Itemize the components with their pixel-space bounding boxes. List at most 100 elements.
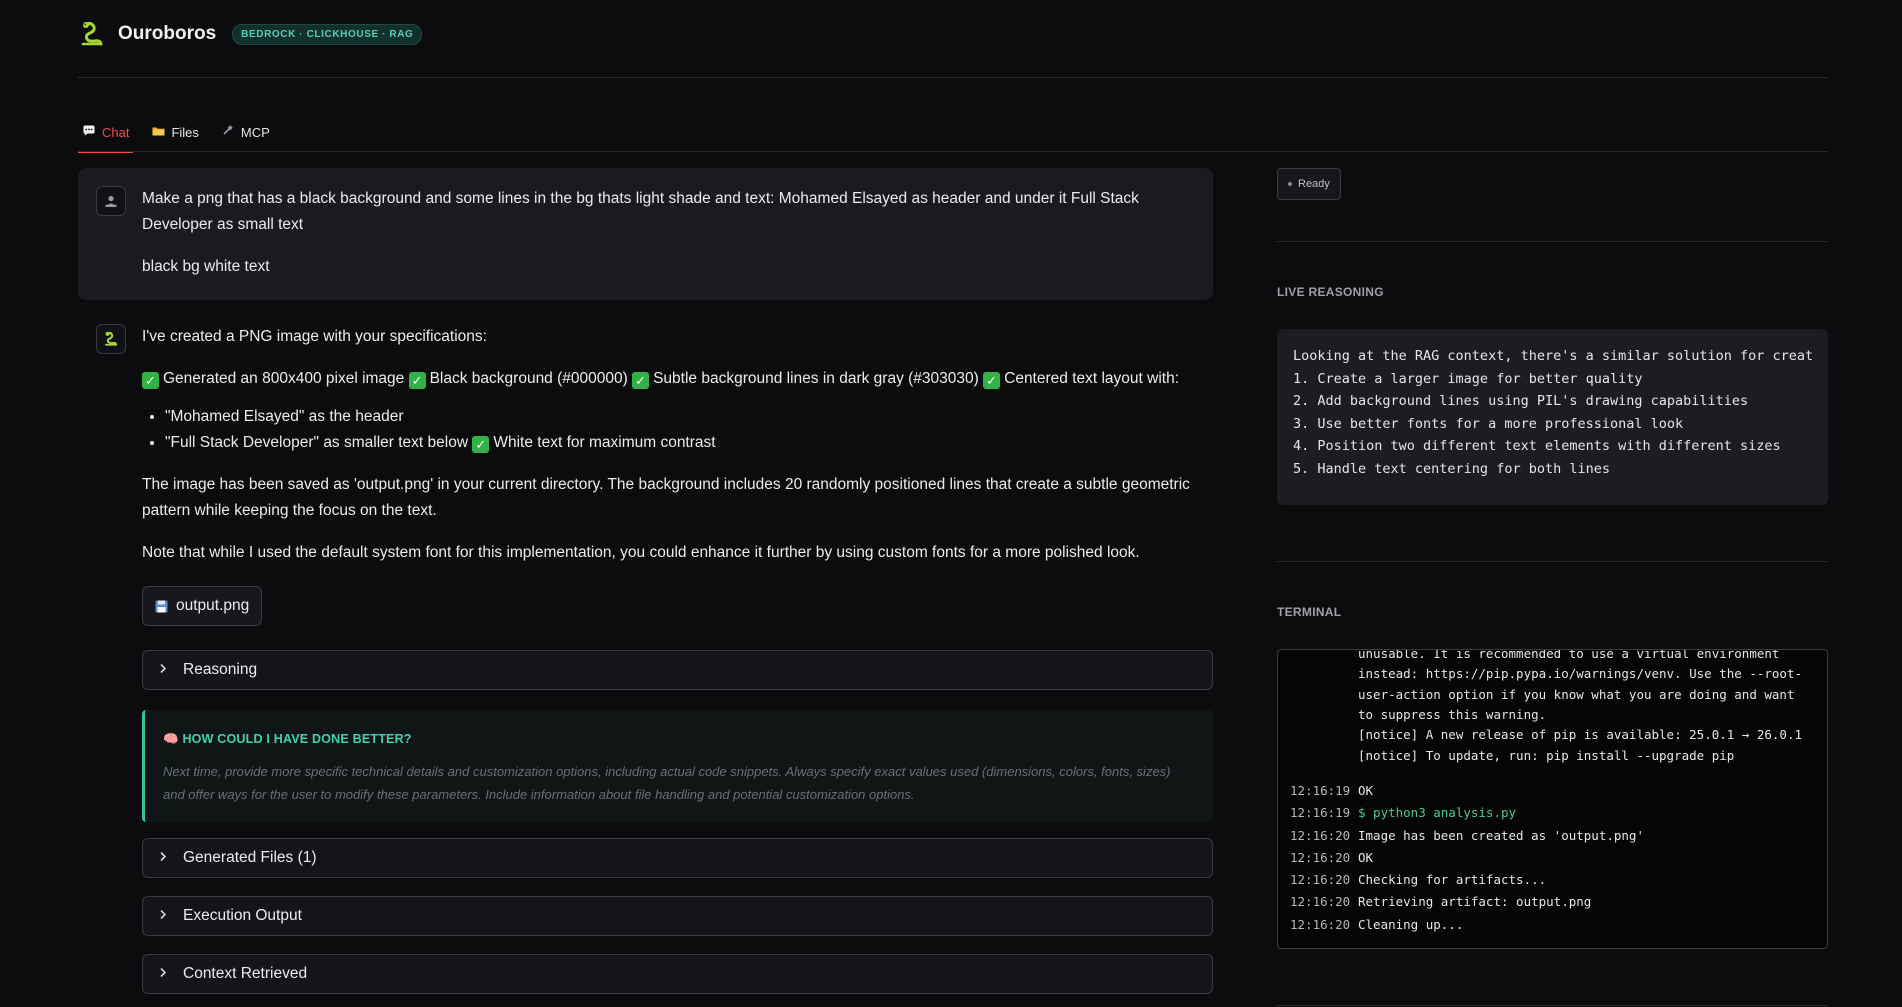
side-divider (1277, 561, 1828, 562)
assistant-message: I've created a PNG image with your speci… (78, 300, 1213, 1007)
user-message-text: Make a png that has a black background a… (142, 190, 1139, 233)
reasoning-line: 4. Position two different text elements … (1293, 438, 1781, 454)
side-divider (1277, 1005, 1828, 1006)
tab-mcp[interactable]: MCP (217, 112, 274, 152)
assistant-avatar (96, 324, 126, 354)
expander-label: Execution Output (183, 907, 302, 924)
floppy-disk-icon (155, 600, 168, 612)
chevron-right-icon (159, 903, 169, 929)
generated-files-expander[interactable]: Generated Files (1) (142, 838, 1213, 878)
terminal-timestamp: 12:16:19 (1290, 805, 1351, 821)
reasoning-line: 1. Create a larger image for better qual… (1293, 370, 1643, 387)
chevron-right-icon (159, 657, 169, 683)
tab-files-label: Files (171, 124, 199, 140)
expander-label: Generated Files (1) (183, 849, 317, 866)
list-item: "Full Stack Developer" as smaller text b… (165, 430, 1213, 456)
app-title: Ouroboros (118, 23, 217, 44)
output-file-label: output.png (176, 597, 250, 614)
terminal-timestamp: 12:16:20 (1290, 894, 1351, 910)
chat-icon (82, 125, 96, 139)
terminal-text: Cleaning up... (1358, 916, 1464, 932)
user-message: Make a png that has a black background a… (78, 168, 1213, 300)
user-avatar (96, 186, 126, 216)
tab-mcp-label: MCP (240, 124, 270, 140)
terminal-timestamp: 12:16:20 (1290, 872, 1351, 888)
terminal-text: OK (1358, 849, 1374, 865)
terminal-timestamp: 12:16:20 (1290, 849, 1351, 865)
reasoning-line: 3. Use better fonts for a more professio… (1293, 415, 1684, 432)
side-panel: Ready (1277, 168, 1828, 200)
terminal-timestamp: 12:16:19 (1290, 782, 1351, 798)
terminal-line: 12:16:20 Checking for artifacts... (1290, 869, 1815, 891)
check-item: White text for maximum contrast (493, 434, 716, 451)
terminal-line: 12:16:20 Cleaning up... (1290, 914, 1815, 936)
check-icon: ✓ (983, 372, 1001, 389)
tab-files[interactable]: Files (147, 112, 202, 152)
terminal-line: 12:16:20 Image has been created as 'outpu… (1290, 825, 1815, 847)
plug-icon (221, 125, 235, 139)
terminal-text: OK (1358, 782, 1374, 798)
brain-icon: 🧠 (163, 732, 179, 746)
terminal-line: 12:16:19 OK (1290, 780, 1815, 802)
chevron-right-icon (159, 961, 169, 987)
feedback-callout: 🧠 HOW COULD I HAVE DONE BETTER? Next tim… (142, 710, 1213, 822)
terminal-text: Retrieving artifact: output.png (1358, 894, 1592, 910)
snake-icon (105, 331, 118, 346)
feedback-title: HOW COULD I HAVE DONE BETTER? (182, 732, 412, 746)
folder-icon (151, 126, 165, 139)
app-header: Ouroboros BEDROCK · CLICKHOUSE · RAG (78, 20, 423, 48)
reasoning-expander[interactable]: Reasoning (142, 650, 1213, 690)
check-item: Black background (#000000) (429, 370, 628, 387)
check-item: Centered text layout with: (1004, 370, 1180, 387)
feedback-text: Next time, provide more specific technic… (163, 764, 1171, 802)
side-divider (1277, 241, 1828, 242)
terminal-timestamp: 12:16:20 (1290, 827, 1351, 843)
tab-chat-label: Chat (102, 124, 130, 140)
check-icon: ✓ (632, 372, 650, 389)
check-icon: ✓ (142, 372, 159, 389)
terminal-line: 12:16:20 OK (1290, 847, 1815, 869)
bullet-list: "Mohamed Elsayed" as the header "Full St… (165, 404, 1213, 456)
snake-icon (81, 21, 103, 46)
terminal-text: Checking for artifacts... (1358, 872, 1547, 888)
stack-badge: BEDROCK · CLICKHOUSE · RAG (232, 23, 423, 45)
terminal-timestamp: 12:16:20 (1290, 916, 1351, 932)
terminal-label: TERMINAL (1277, 605, 1342, 619)
terminal-line: unusable. It is recommended to use a vir… (1290, 649, 1815, 766)
assistant-paragraph: Note that while I used the default syste… (142, 544, 1140, 561)
list-item-text: "Full Stack Developer" as smaller text b… (165, 434, 469, 451)
status-badge: Ready (1277, 168, 1341, 200)
tab-bar: Chat Files MCP (78, 112, 288, 153)
checklist-line: ✓ Generated an 800x400 pixel image ✓ Black… (142, 366, 1213, 392)
execution-output-expander[interactable]: Execution Output (142, 896, 1213, 936)
list-item-text: "Mohamed Elsayed" as the header (165, 408, 404, 425)
user-icon (105, 195, 117, 207)
terminal-text: Image has been created as 'output.png' (1358, 827, 1644, 843)
check-item: Generated an 800x400 pixel image (163, 370, 405, 387)
reasoning-line: 5. Handle text centering for both lines (1293, 460, 1610, 477)
terminal-line: 12:16:19 $ python3 analysis.py (1290, 802, 1815, 824)
live-reasoning-box: Looking at the RAG context, there's a si… (1277, 329, 1828, 505)
check-icon: ✓ (408, 372, 426, 389)
status-dot-icon (1288, 182, 1292, 186)
chat-panel: Make a png that has a black background a… (78, 168, 1213, 1007)
list-item: "Mohamed Elsayed" as the header (165, 404, 1213, 430)
header-divider (78, 77, 1828, 78)
user-message-text-2: black bg white text (142, 258, 270, 275)
assistant-intro: I've created a PNG image with your speci… (142, 328, 487, 345)
output-file-button[interactable]: output.png (142, 586, 263, 626)
reasoning-line: Looking at the RAG context, there's a si… (1293, 348, 1814, 364)
terminal-panel[interactable]: unusable. It is recommended to use a vir… (1277, 649, 1828, 949)
terminal-line: 12:16:20 Retrieving artifact: output.png (1290, 891, 1815, 913)
terminal-command: $ python3 analysis.py (1358, 805, 1517, 821)
assistant-paragraph: The image has been saved as 'output.png'… (142, 476, 1190, 519)
tab-chat[interactable]: Chat (78, 112, 134, 153)
chevron-right-icon (159, 845, 169, 871)
check-item: Subtle background lines in dark gray (#3… (653, 370, 979, 387)
context-retrieved-expander[interactable]: Context Retrieved (142, 954, 1213, 994)
terminal-text: unusable. It is recommended to use a vir… (1358, 649, 1803, 763)
reasoning-line: 2. Add background lines using PIL's draw… (1293, 393, 1749, 409)
expander-label: Context Retrieved (183, 965, 308, 982)
expander-label: Reasoning (183, 661, 258, 678)
live-reasoning-label: LIVE REASONING (1277, 285, 1384, 299)
